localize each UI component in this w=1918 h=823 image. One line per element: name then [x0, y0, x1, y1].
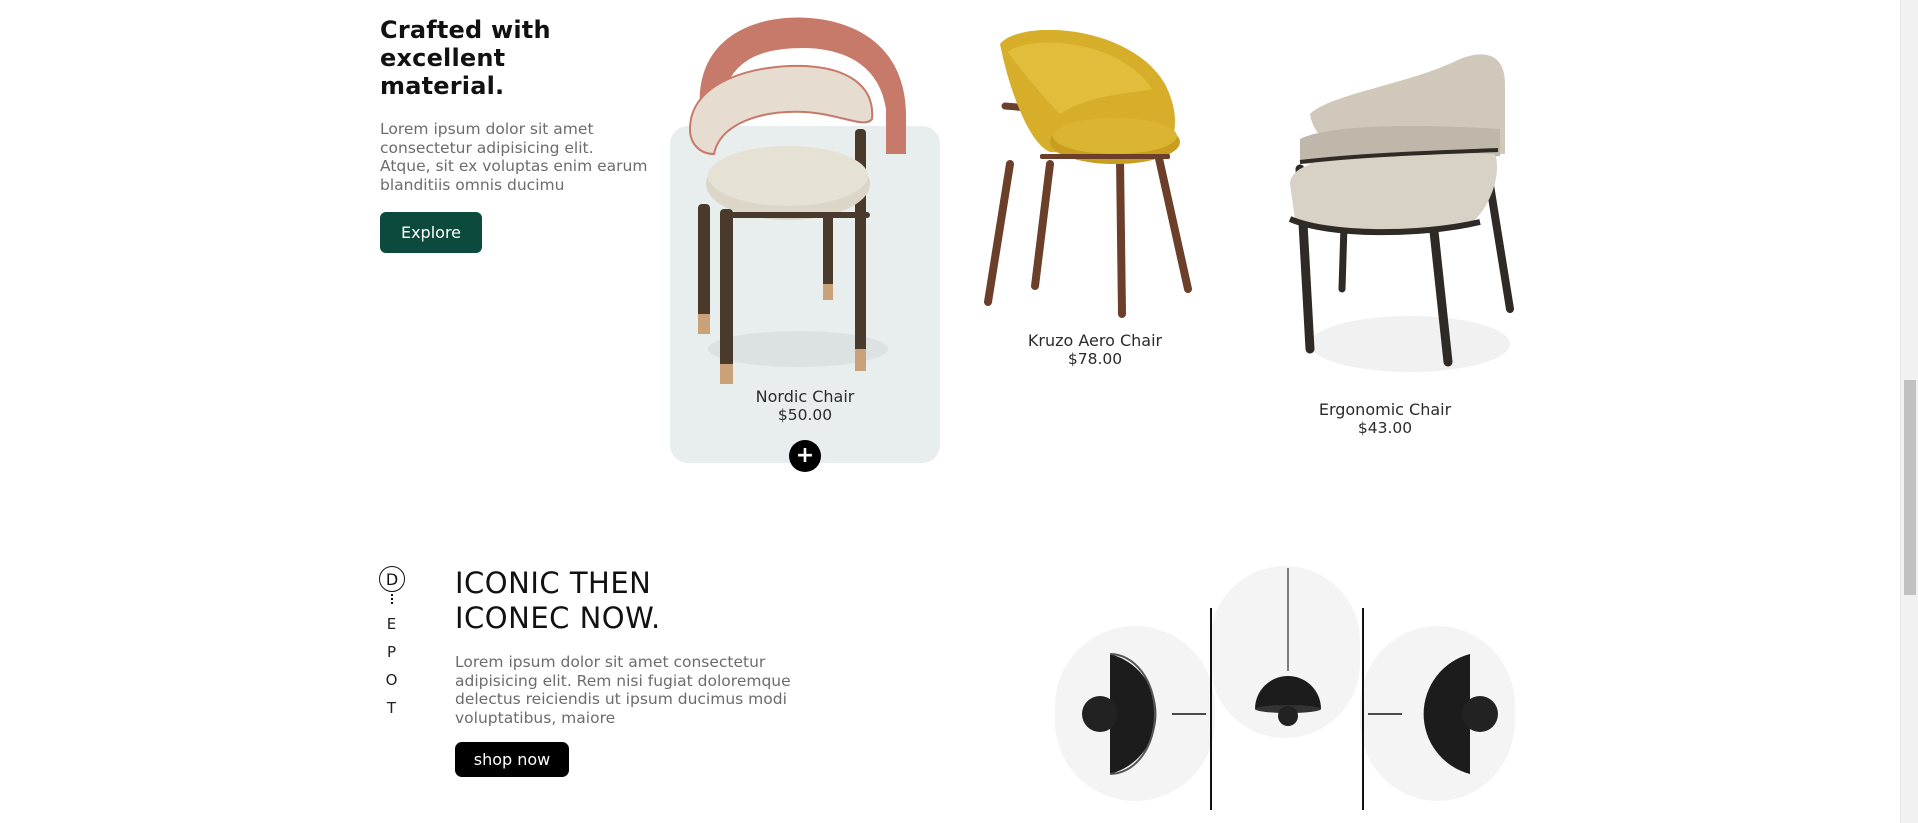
iconic-description: Lorem ipsum dolor sit amet consectetur a… — [455, 653, 791, 727]
explore-button[interactable]: Explore — [380, 212, 482, 253]
ergonomic-chair-image — [1288, 54, 1514, 372]
intro-heading-line3: material. — [380, 72, 505, 100]
iconic-heading-line2: ICONEC NOW. — [455, 601, 661, 635]
intro-heading-line1: Crafted with — [380, 16, 551, 44]
nordic-chair-image — [688, 17, 906, 384]
brand-letter: P — [386, 643, 398, 661]
product-price: $43.00 — [1357, 419, 1413, 437]
intro-description: Lorem ipsum dolor sit amet consectetur a… — [380, 120, 648, 194]
brand-letter: T — [386, 699, 398, 717]
shop-now-button[interactable]: shop now — [455, 742, 569, 777]
product-name: Nordic Chair — [755, 387, 855, 406]
page-scrollbar[interactable] — [1900, 0, 1918, 823]
product-price: $50.00 — [777, 406, 833, 424]
add-to-cart-button[interactable]: + — [789, 440, 821, 472]
product-nordic-chair[interactable]: Nordic Chair $50.00 — [700, 387, 910, 425]
iconic-block: ICONIC THEN ICONEC NOW. Lorem ipsum dolo… — [455, 566, 835, 727]
product-ergonomic-chair[interactable]: Ergonomic Chair $43.00 — [1280, 400, 1490, 438]
pendant-lamps-image — [1055, 566, 1515, 810]
intro-heading-line2: excellent — [380, 44, 506, 72]
plus-icon: + — [795, 443, 815, 468]
intro-heading: Crafted with excellent material. — [380, 16, 648, 100]
iconic-heading: ICONIC THEN ICONEC NOW. — [455, 566, 835, 636]
brand-letter: E — [386, 615, 398, 633]
brand-vertical-logo: D E P O T — [378, 566, 406, 717]
iconic-heading-line1: ICONIC THEN — [455, 566, 652, 600]
brand-dots — [391, 594, 393, 604]
scrollbar-thumb[interactable] — [1904, 380, 1916, 595]
product-kruzo-aero-chair[interactable]: Kruzo Aero Chair $78.00 — [990, 331, 1200, 369]
intro-block: Crafted with excellent material. Lorem i… — [380, 16, 648, 194]
product-price: $78.00 — [1067, 350, 1123, 368]
product-name: Kruzo Aero Chair — [1027, 331, 1163, 350]
product-name: Ergonomic Chair — [1318, 400, 1452, 419]
kruzo-aero-chair-image — [984, 29, 1192, 318]
brand-letter: O — [385, 671, 399, 689]
brand-logo-icon: D — [379, 566, 405, 592]
